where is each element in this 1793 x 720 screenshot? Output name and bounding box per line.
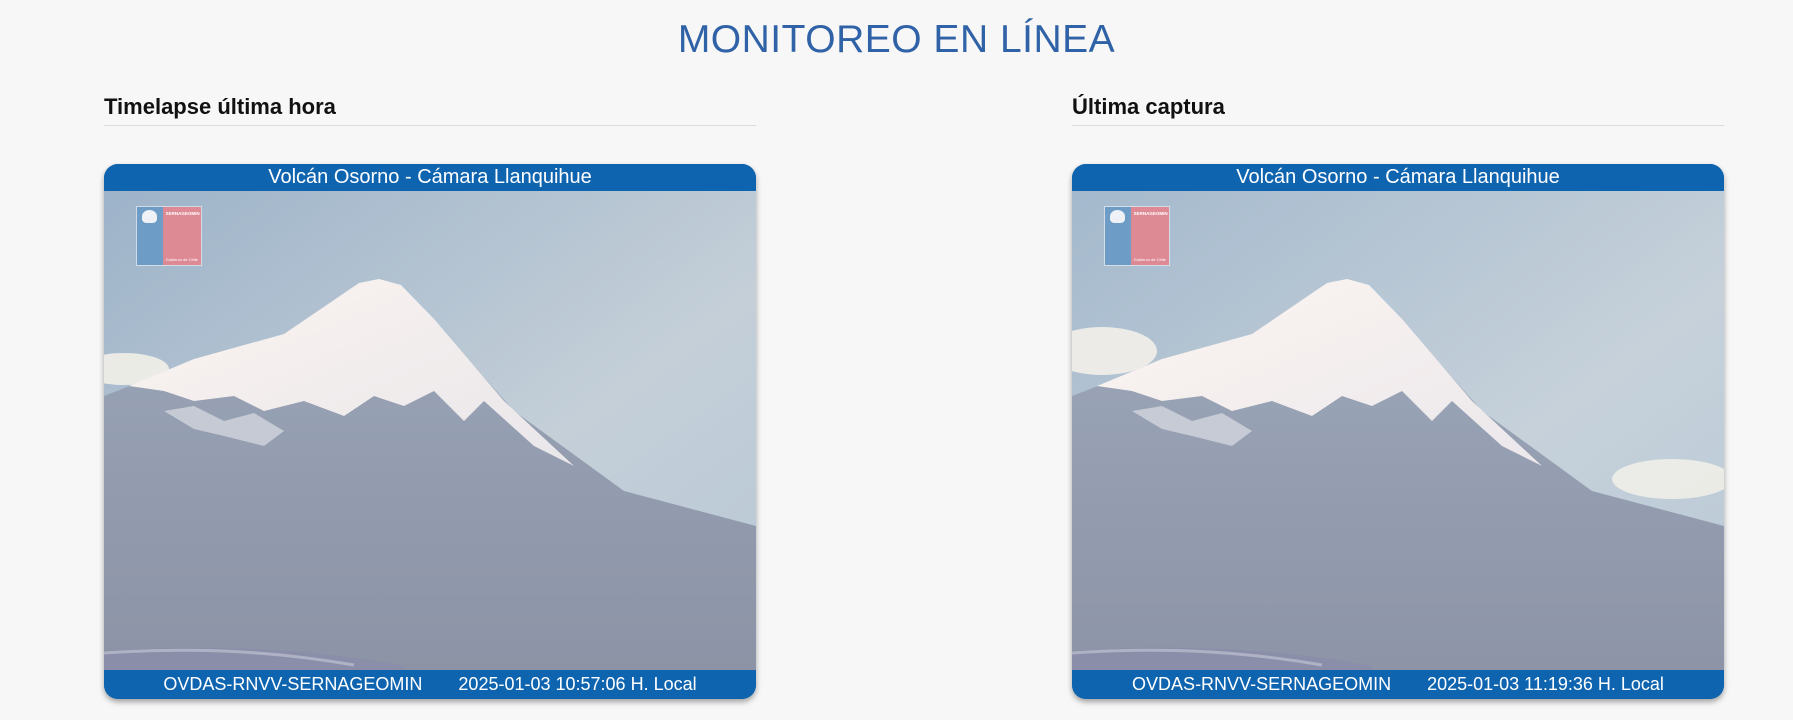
latest-capture-section: Última captura Volcán Osorno - Cámara Ll… xyxy=(1072,94,1724,699)
camera-timestamp: 2025-01-03 11:19:36 H. Local xyxy=(1427,674,1664,694)
sernageomin-logo: SERNAGEOMIN Gobierno de Chile xyxy=(136,206,202,266)
camera-footer: OVDAS-RNVV-SERNAGEOMIN 2025-01-03 10:57:… xyxy=(104,670,756,699)
camera-source: OVDAS-RNVV-SERNAGEOMIN xyxy=(1132,674,1392,694)
sernageomin-logo: SERNAGEOMIN Gobierno de Chile xyxy=(1104,206,1170,266)
timelapse-camera-frame[interactable]: Volcán Osorno - Cámara Llanquihue SERNAG… xyxy=(104,164,756,699)
camera-footer: OVDAS-RNVV-SERNAGEOMIN 2025-01-03 11:19:… xyxy=(1072,670,1724,699)
latest-capture-heading: Última captura xyxy=(1072,94,1724,126)
page-title: MONITOREO EN LÍNEA xyxy=(677,18,1116,61)
logo-org-text: SERNAGEOMIN xyxy=(165,211,200,216)
coat-of-arms-icon xyxy=(142,210,157,223)
timelapse-heading: Timelapse última hora xyxy=(104,94,756,126)
logo-org-text: SERNAGEOMIN xyxy=(1133,211,1168,216)
camera-title: Volcán Osorno - Cámara Llanquihue xyxy=(1072,164,1724,191)
camera-title: Volcán Osorno - Cámara Llanquihue xyxy=(104,164,756,191)
coat-of-arms-icon xyxy=(1110,210,1125,223)
latest-capture-camera-frame[interactable]: Volcán Osorno - Cámara Llanquihue SERNAG… xyxy=(1072,164,1724,699)
logo-gov-text: Gobierno de Chile xyxy=(1133,257,1166,262)
camera-timestamp: 2025-01-03 10:57:06 H. Local xyxy=(458,674,697,694)
camera-source: OVDAS-RNVV-SERNAGEOMIN xyxy=(163,674,423,694)
logo-gov-text: Gobierno de Chile xyxy=(165,257,198,262)
timelapse-section: Timelapse última hora Volcán Osorno - Cá… xyxy=(104,94,756,699)
